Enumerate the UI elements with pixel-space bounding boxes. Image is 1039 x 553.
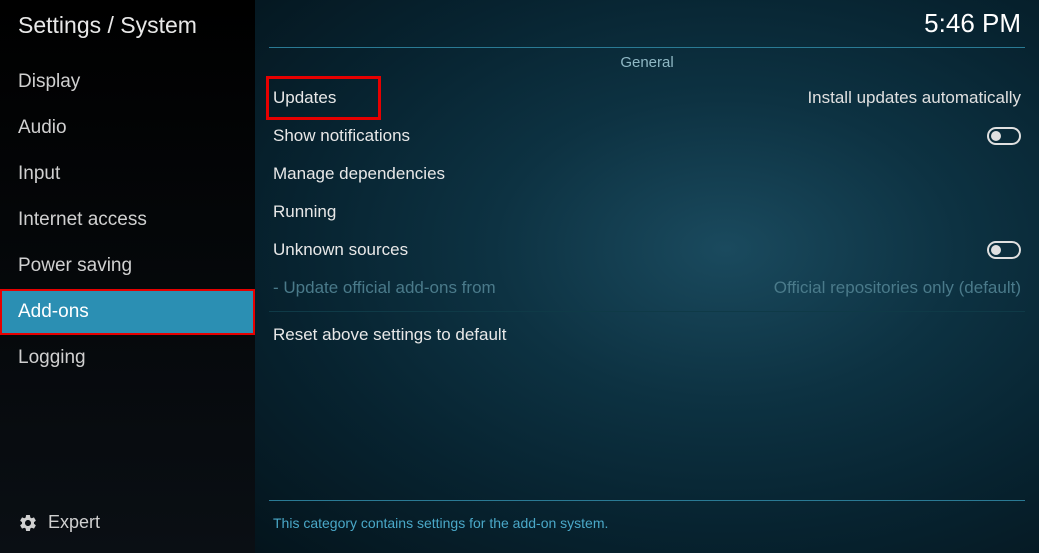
setting-label: Reset above settings to default — [273, 325, 506, 345]
section-header: General — [269, 50, 1025, 79]
header: 5:46 PM — [255, 0, 1039, 39]
sidebar-item-audio[interactable]: Audio — [0, 105, 255, 151]
setting-manage-dependencies[interactable]: Manage dependencies — [269, 155, 1025, 193]
main-panel: 5:46 PM General Updates Install updates … — [255, 0, 1039, 553]
setting-label: - Update official add-ons from — [273, 278, 496, 298]
settings-content: General Updates Install updates automati… — [255, 39, 1039, 553]
setting-label: Running — [273, 202, 336, 222]
sidebar-item-input[interactable]: Input — [0, 151, 255, 197]
setting-label: Updates — [273, 88, 336, 108]
setting-value: Install updates automatically — [807, 88, 1021, 108]
sidebar-item-internet-access[interactable]: Internet access — [0, 197, 255, 243]
gear-icon — [18, 513, 38, 533]
setting-show-notifications[interactable]: Show notifications — [269, 117, 1025, 155]
sidebar-item-logging[interactable]: Logging — [0, 335, 255, 381]
setting-updates[interactable]: Updates Install updates automatically — [269, 79, 1025, 117]
divider — [269, 311, 1025, 312]
setting-label: Manage dependencies — [273, 164, 445, 184]
setting-reset-defaults[interactable]: Reset above settings to default — [269, 316, 1025, 354]
settings-level-label: Expert — [48, 512, 100, 533]
setting-label: Show notifications — [273, 126, 410, 146]
section-rule — [269, 47, 1025, 48]
sidebar: Settings / System Display Audio Input In… — [0, 0, 255, 553]
setting-running[interactable]: Running — [269, 193, 1025, 231]
toggle-off[interactable] — [987, 127, 1021, 145]
setting-label: Unknown sources — [273, 240, 408, 260]
sidebar-item-power-saving[interactable]: Power saving — [0, 243, 255, 289]
sidebar-item-addons[interactable]: Add-ons — [0, 289, 255, 335]
setting-unknown-sources[interactable]: Unknown sources — [269, 231, 1025, 269]
sidebar-items: Display Audio Input Internet access Powe… — [0, 59, 255, 498]
setting-update-official-addons: - Update official add-ons from Official … — [269, 269, 1025, 307]
sidebar-item-display[interactable]: Display — [0, 59, 255, 105]
category-description: This category contains settings for the … — [269, 501, 1025, 553]
settings-level-selector[interactable]: Expert — [0, 498, 255, 553]
page-title: Settings / System — [0, 0, 255, 59]
toggle-off[interactable] — [987, 241, 1021, 259]
clock: 5:46 PM — [924, 8, 1021, 39]
setting-value: Official repositories only (default) — [774, 278, 1021, 298]
